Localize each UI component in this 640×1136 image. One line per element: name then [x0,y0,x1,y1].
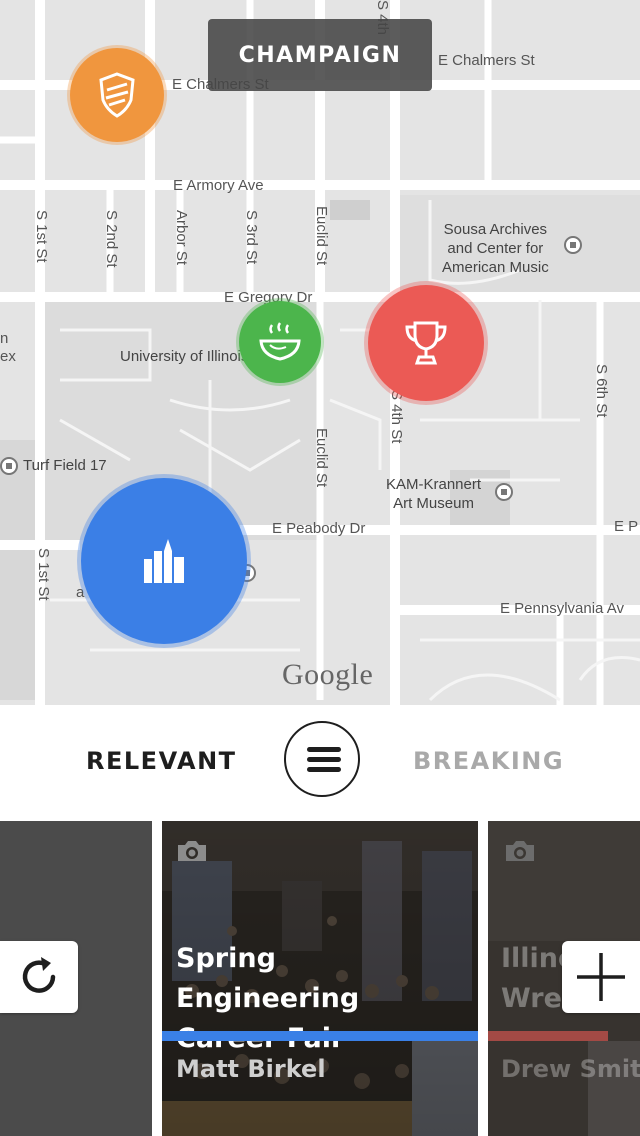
label-edge-ex: ex [0,348,16,365]
hamburger-icon [307,747,341,752]
label-euclid-st-lower: Euclid St [313,428,330,488]
label-euclid-st: Euclid St [313,206,330,266]
story-accent-bar [162,1031,478,1041]
bowl-icon [259,322,301,361]
story-title: Spring Engineering Career Fair [176,943,360,1054]
poi-icon [0,457,18,475]
tab-relevant[interactable]: RELEVANT [86,747,237,775]
label-second-st: S 2nd St [103,210,120,268]
hamburger-icon [307,757,341,762]
label-edge-n: n [0,330,9,347]
trophy-icon [405,321,447,365]
story-carousel[interactable]: Spring Engineering Career Fair Matt Birk… [0,817,640,1136]
menu-button[interactable] [284,721,360,797]
feed-tabs: RELEVANT BREAKING [0,705,640,817]
museum-icon [564,236,582,254]
label-arbor-st: Arbor St [173,210,190,266]
camera-icon [506,841,534,861]
building-icon [144,539,184,583]
museum-icon [495,483,513,501]
hamburger-icon [307,767,341,772]
label-sousa: Sousa Archives and Center for American M… [442,221,549,276]
label-first-st-lower: S 1st St [35,548,52,601]
story-accent-bar [488,1031,608,1041]
label-sixth-st: S 6th St [593,364,610,418]
label-turf-field: Turf Field 17 [23,457,107,474]
label-armory: E Armory Ave [173,177,264,194]
story-author: Drew Smith [501,1055,640,1083]
tab-breaking[interactable]: BREAKING [413,747,564,775]
city-title[interactable]: CHAMPAIGN [208,19,432,91]
label-peabody: E Peabody Dr [272,520,366,537]
label-first-st: S 1st St [33,210,50,263]
google-attribution: Google [282,658,374,691]
label-kam: KAM-Krannert Art Museum [386,476,482,512]
plus-icon [577,953,625,1001]
map-view[interactable]: E Chalmers St E Chalmers St E Armory Ave… [0,0,640,705]
label-uiuc: University of Illinois [120,348,249,365]
add-story-button[interactable] [562,941,640,1013]
campus-marker[interactable] [81,478,247,644]
food-marker[interactable] [239,301,321,383]
story-card[interactable]: Spring Engineering Career Fair Matt Birk… [162,821,478,1136]
label-pennsylvania: E Pennsylvania Av [500,600,624,617]
shield-marker[interactable] [70,48,164,142]
refresh-button[interactable] [0,941,78,1013]
shield-icon [99,72,135,118]
trophy-marker[interactable] [368,285,484,401]
refresh-icon [22,957,56,993]
camera-icon [178,841,206,861]
label-edge-a: a [76,584,85,601]
label-chalmers-right: E Chalmers St [438,52,535,69]
story-author: Matt Birkel [176,1055,326,1083]
label-fourth-st: S 4th St [388,390,405,444]
label-third-st: S 3rd St [243,210,260,265]
label-peabody-right: E P [614,518,639,535]
